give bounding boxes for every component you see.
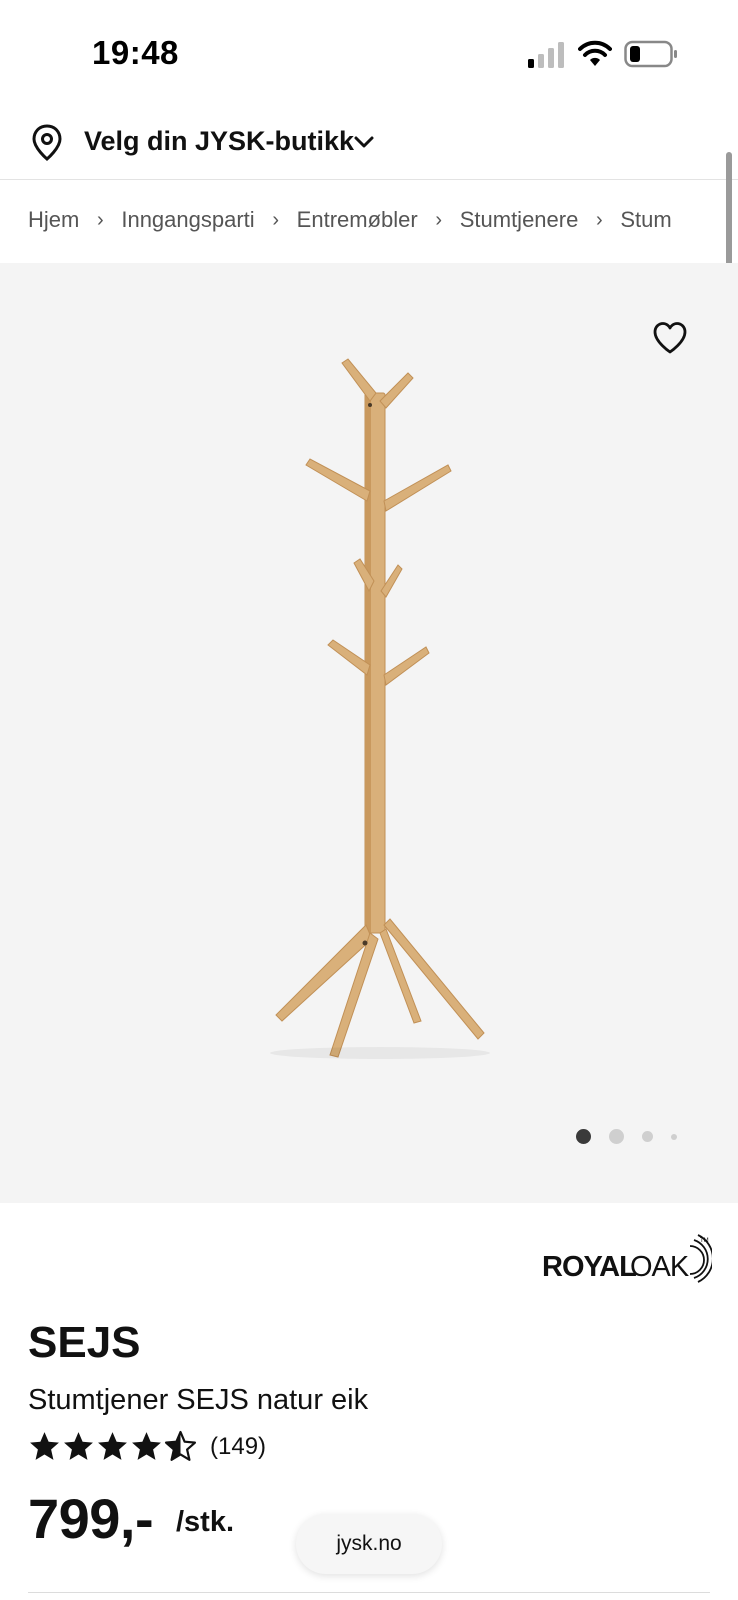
price-unit: /stk. [176,1506,235,1538]
breadcrumb-separator-icon: › [435,208,443,231]
svg-text:ROYAL: ROYAL [542,1251,636,1283]
product-name: SEJS [28,1318,141,1367]
wifi-icon [578,40,612,66]
chevron-down-icon [354,136,374,148]
star-filled-icon [132,1432,161,1460]
store-selector-label: Velg din JYSK-butikk [84,126,355,156]
royal-oak-brand-logo: ROYAL OAK TM [542,1234,712,1283]
breadcrumb: Hjem › Inngangsparti › Entremøbler › Stu… [0,181,738,263]
star-filled-icon [64,1432,93,1460]
breadcrumb-entremobler[interactable]: Entremøbler [297,207,418,233]
section-divider [28,1592,710,1593]
breadcrumb-inngangsparti[interactable]: Inngangsparti [121,207,254,233]
status-time: 19:48 [92,34,179,71]
product-gallery[interactable] [0,263,738,1203]
svg-text:OAK: OAK [630,1251,690,1283]
breadcrumb-separator-icon: › [596,208,603,231]
breadcrumb-current[interactable]: Stum [620,207,671,233]
battery-icon [624,40,677,68]
favorite-heart-icon[interactable] [652,321,688,355]
pagination-dot[interactable] [671,1133,677,1140]
review-count[interactable]: (149) [210,1433,266,1461]
star-filled-icon [30,1432,59,1460]
location-pin-icon [32,124,62,161]
pagination-dot-active[interactable] [576,1129,591,1144]
pagination-dot[interactable] [609,1129,624,1144]
gallery-pagination[interactable] [576,1129,695,1144]
star-half-icon [164,1430,197,1461]
product-price: 799,- [28,1487,154,1550]
svg-text:TM: TM [700,1238,709,1244]
breadcrumb-separator-icon: › [97,208,104,231]
browser-url-pill[interactable]: jysk.no [296,1514,442,1574]
product-description: Stumtjener SEJS natur eik [28,1384,369,1416]
star-filled-icon [98,1432,127,1460]
status-bar: 19:48 [0,0,738,108]
breadcrumb-separator-icon: › [272,208,279,231]
product-rating[interactable]: (149) [28,1430,266,1463]
breadcrumb-stumtjenere[interactable]: Stumtjenere [460,207,579,233]
product-image-coat-stand [270,358,490,1059]
pagination-dot[interactable] [642,1131,653,1142]
cellular-signal-icon [528,42,564,68]
store-selector[interactable]: Velg din JYSK-butikk [0,112,738,180]
breadcrumb-home[interactable]: Hjem [28,207,79,233]
